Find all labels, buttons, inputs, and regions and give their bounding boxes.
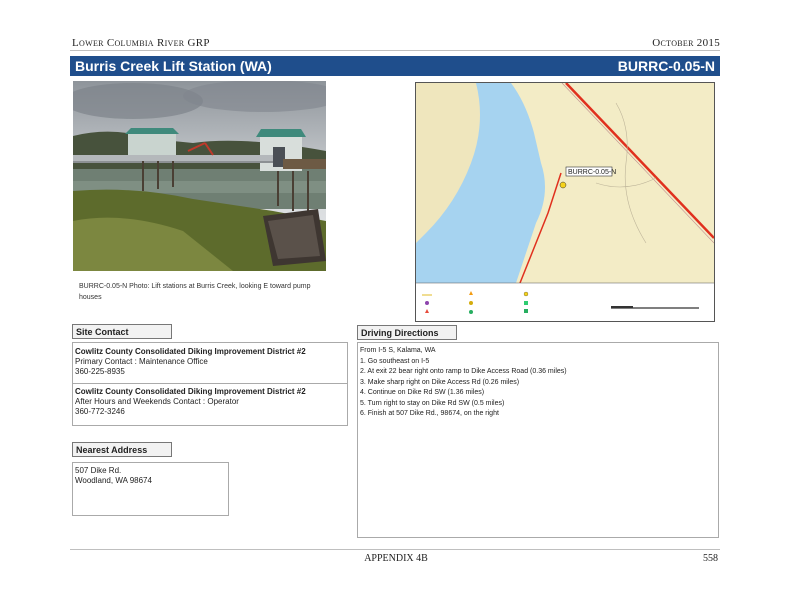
directions-step: 4. Continue on Dike Rd SW (1.36 miles) [360,389,485,396]
directions-step: 5. Turn right to stay on Dike Rd SW (0.5… [360,399,505,407]
photo-caption: BURRC-0.05-N Photo: Lift stations at Bur… [79,283,311,301]
directions-step: 6. Finish at 507 Dike Rd., 98674, on the… [360,410,499,417]
address-line-1: 507 Dike Rd. [75,466,122,475]
appendix-label: APPENDIX 4B [364,553,428,564]
directions-step: 2. At exit 22 bear right onto ramp to Di… [360,368,567,375]
site-contact-heading: Site Contact [72,324,172,339]
contact-phone: 360-772-3246 [75,407,125,416]
site-name: Burris Creek Lift Station (WA) [75,58,272,74]
nearest-address-box: 507 Dike Rd. Woodland, WA 98674 [72,462,229,516]
contact-role: Primary Contact : Maintenance Office [75,357,208,366]
site-photo [73,81,326,271]
page-number: 558 [703,553,718,564]
site-code: BURRC-0.05-N [617,58,715,74]
contact-divider [73,383,347,384]
driving-directions-box: From I-5 S, Kalama, WA 1. Go southeast o… [357,342,719,538]
document-series-title: Lower Columbia River GRP [72,37,210,49]
site-map: BURRC-0.05-N [415,82,715,322]
directions-step: 1. Go southeast on I-5 [360,357,430,365]
contact-entry-after-hours: Cowlitz County Consolidated Diking Impro… [75,387,347,417]
site-contact-box: Cowlitz County Consolidated Diking Impro… [72,342,348,426]
contact-role: After Hours and Weekends Contact : Opera… [75,397,239,406]
directions-start: From I-5 S, Kalama, WA [360,347,436,354]
map-site-label: BURRC-0.05-N [568,169,616,176]
directions-list: From I-5 S, Kalama, WA 1. Go southeast o… [360,346,716,420]
header-divider [70,50,720,51]
site-title-bar: Burris Creek Lift Station (WA) BURRC-0.0… [70,56,720,76]
driving-directions-heading: Driving Directions [357,325,457,340]
nearest-address-heading: Nearest Address [72,442,172,457]
address-line-2: Woodland, WA 98674 [75,476,152,485]
contact-phone: 360-225-8935 [75,367,125,376]
document-date: October 2015 [652,37,720,49]
footer-divider [70,549,720,550]
contact-org: Cowlitz County Consolidated Diking Impro… [75,387,306,396]
directions-step: 3. Make sharp right on Dike Access Rd (0… [360,378,520,386]
contact-entry-primary: Cowlitz County Consolidated Diking Impro… [75,347,347,377]
contact-org: Cowlitz County Consolidated Diking Impro… [75,347,306,356]
